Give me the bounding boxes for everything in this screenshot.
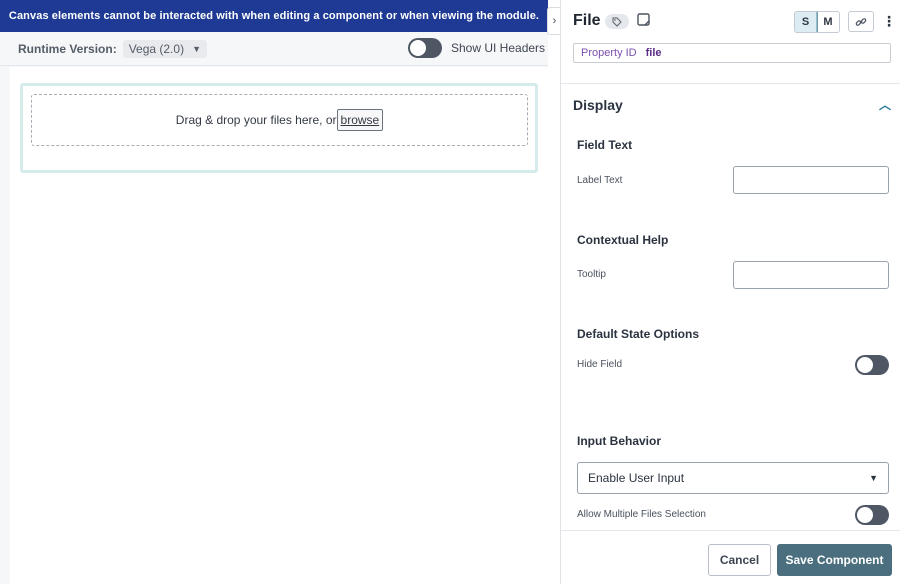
property-id-label: Property ID — [581, 47, 637, 59]
field-text-title: Field Text — [577, 138, 633, 152]
contextual-help-title: Contextual Help — [577, 233, 669, 247]
more-vertical-icon[interactable]: ⋮ — [882, 13, 896, 30]
chevron-down-icon: ▼ — [192, 43, 201, 54]
runtime-label: Runtime Version: — [18, 41, 117, 56]
canvas: Drag & drop your files here, or browse — [10, 67, 548, 584]
runtime-value: Vega (2.0) — [128, 41, 185, 56]
tag-icon — [612, 17, 622, 27]
show-ui-headers-toggle[interactable] — [408, 38, 442, 58]
tag-button[interactable] — [605, 14, 629, 29]
panel-footer: Cancel Save Component — [561, 530, 900, 584]
dropzone-text: Drag & drop your files here, or — [175, 113, 337, 127]
browse-button[interactable]: browse — [336, 109, 384, 131]
tooltip-label: Tooltip — [577, 269, 606, 280]
chevron-up-icon[interactable]: ︿ — [879, 96, 891, 113]
allow-multiple-toggle[interactable] — [855, 505, 889, 525]
input-behavior-value: Enable User Input — [588, 471, 685, 485]
size-toggle: S M — [794, 11, 840, 33]
chevron-right-icon: › — [552, 15, 557, 27]
label-text-label: Label Text — [577, 175, 623, 186]
canvas-area: Canvas elements cannot be interacted wit… — [0, 0, 548, 584]
input-behavior-title: Input Behavior — [577, 434, 662, 448]
link-icon — [855, 17, 867, 26]
note-icon — [637, 13, 650, 26]
tooltip-input[interactable] — [733, 261, 889, 289]
size-option-s[interactable]: S — [795, 12, 818, 32]
ui-headers-label: Show UI Headers — [451, 41, 546, 55]
hide-field-label: Hide Field — [577, 359, 623, 370]
collapse-panel-button[interactable]: › — [547, 7, 561, 35]
section-title: Display — [573, 96, 623, 113]
input-behavior-select[interactable]: Enable User Input ▼ — [577, 462, 889, 494]
note-button[interactable] — [637, 13, 651, 27]
toggle-knob — [857, 357, 873, 373]
property-id-value: file — [645, 47, 662, 59]
save-component-button[interactable]: Save Component — [777, 544, 892, 576]
cancel-button[interactable]: Cancel — [708, 544, 771, 576]
default-state-title: Default State Options — [577, 327, 700, 341]
allow-multiple-label: Allow Multiple Files Selection — [577, 509, 706, 520]
runtime-select[interactable]: Vega (2.0) ▼ — [122, 39, 207, 58]
info-banner: Canvas elements cannot be interacted wit… — [0, 0, 548, 32]
property-panel: File S M ⋮ Property ID file Display ︿ Fi… — [560, 0, 900, 584]
chevron-down-icon: ▼ — [869, 473, 878, 483]
panel-header: File S M ⋮ Property ID file — [561, 0, 900, 84]
display-section-header[interactable]: Display ︿ — [573, 96, 891, 113]
toggle-knob — [857, 507, 873, 523]
label-text-input[interactable] — [733, 166, 889, 194]
ui-headers-control: Show UI Headers — [408, 38, 545, 58]
file-component: Drag & drop your files here, or browse — [20, 83, 538, 173]
hide-field-toggle[interactable] — [855, 355, 889, 375]
banner-text: Canvas elements cannot be interacted wit… — [8, 10, 540, 22]
link-button[interactable] — [848, 11, 874, 32]
property-id-field[interactable]: Property ID file — [573, 43, 891, 63]
toggle-knob — [410, 40, 426, 56]
runtime-bar: Runtime Version: Vega (2.0) ▼ Show UI He… — [0, 32, 548, 66]
file-dropzone[interactable]: Drag & drop your files here, or browse — [31, 94, 528, 146]
size-option-m[interactable]: M — [817, 12, 839, 32]
component-title: File — [573, 12, 601, 29]
